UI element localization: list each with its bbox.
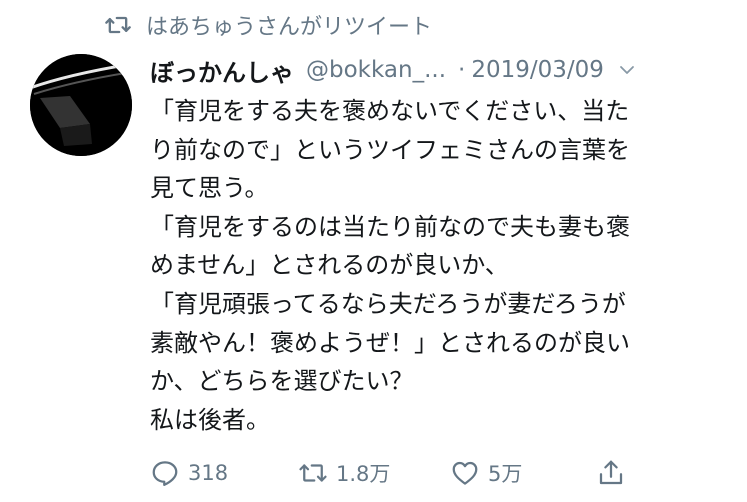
reply-button[interactable]: 318 — [150, 455, 228, 491]
tweet-header: ぼっかんしゃ @bokkan_... · 2019/03/09 — [150, 52, 725, 88]
retweet-icon — [299, 464, 327, 482]
retweet-context-text: はあちゅうさんがリツイート — [146, 15, 433, 40]
retweet-count: 1.8万 — [336, 462, 391, 486]
tweet-text-line: 「育児頑張ってるなら夫だろうが妻だろうが — [150, 289, 626, 318]
tweet-text-line: 私は後者。 — [150, 405, 270, 434]
share-icon — [599, 460, 623, 485]
tweet-text-line: 見て思う。 — [150, 174, 269, 203]
tweet-text-line: か、どちらを選びたい？ — [150, 367, 414, 396]
author-display-name[interactable]: ぼっかんしゃ — [150, 53, 294, 88]
retweet-button[interactable]: 1.8万 — [298, 455, 390, 491]
like-button[interactable]: 5万 — [450, 455, 522, 491]
reply-count: 318 — [188, 461, 229, 485]
tweet-text: 「育児をする夫を褒めないでください、当た り前なので」というツイフェミさんの言葉… — [150, 92, 730, 439]
tweet-text-line: 「育児をする夫を褒めないでください、当た — [150, 97, 630, 125]
retweet-context[interactable]: はあちゅうさんがリツイート — [104, 10, 432, 40]
retweet-icon — [105, 16, 131, 34]
tweet-text-line: り前なので」というツイフェミさんの言葉を — [150, 135, 630, 164]
avatar-image — [30, 54, 132, 156]
tweet-text-line: 素敵やん！褒めようぜ！」とされるのが良い — [150, 328, 630, 357]
chevron-down-icon[interactable] — [618, 61, 636, 79]
share-button[interactable] — [596, 455, 634, 491]
separator-dot: · — [458, 57, 466, 83]
tweet-actions: 318 1.8万 5万 — [150, 455, 640, 491]
author-handle[interactable]: @bokkan_... — [306, 57, 446, 83]
tweet-text-line: めません」とされるのが良いか、 — [150, 251, 509, 280]
heart-icon — [452, 461, 478, 485]
tweet-text-line: 「育児をするのは当たり前なので夫も妻も褒 — [150, 212, 630, 241]
reply-icon — [152, 461, 178, 486]
avatar[interactable] — [30, 54, 132, 156]
tweet-date[interactable]: 2019/03/09 — [471, 57, 604, 83]
like-count: 5万 — [488, 462, 523, 486]
